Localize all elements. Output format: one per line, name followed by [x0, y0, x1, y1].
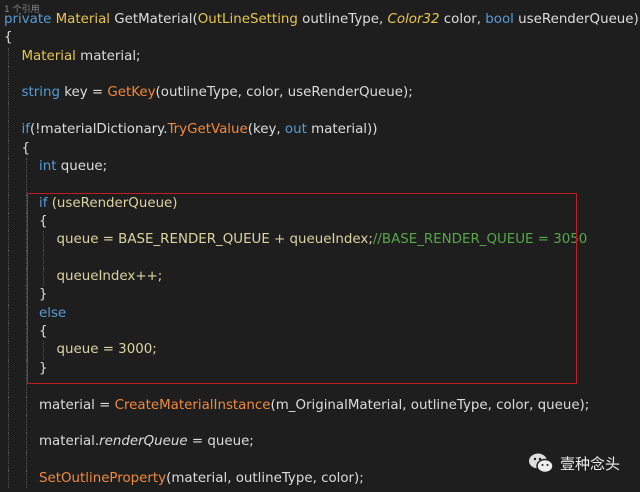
code-token: color,	[443, 12, 486, 27]
watermark-text: 壹种念头	[560, 454, 621, 473]
indent-guide	[8, 66, 9, 85]
indent-guide	[8, 212, 9, 232]
code-line[interactable]: string key = GetKey(outlineType, color, …	[0, 84, 640, 103]
code-token: material))	[311, 122, 378, 138]
code-token: OutLineSetting	[197, 12, 303, 27]
code-token: out	[284, 122, 312, 138]
indent-guide	[8, 378, 9, 397]
code-line[interactable]: material = CreateMaterialInstance(m_Orig…	[0, 396, 640, 415]
indent-guide	[8, 84, 9, 103]
code-line[interactable]: int queue;	[0, 157, 640, 177]
code-line[interactable]: material.renderQueue = queue;	[0, 433, 640, 452]
indent-guide	[8, 323, 9, 342]
code-token: (material, outlineType, color);	[166, 470, 364, 486]
code-line[interactable]: {	[0, 29, 640, 47]
indent-guide	[25, 433, 27, 452]
indent-guide	[25, 396, 27, 415]
code-token: = queue;	[187, 434, 254, 450]
indent-guide	[25, 157, 27, 177]
indent-guide	[8, 176, 9, 195]
indent-guide	[8, 139, 9, 158]
code-token: int	[39, 158, 61, 174]
code-token: if	[21, 122, 30, 138]
highlight-box	[27, 193, 577, 384]
indent-guide	[8, 433, 9, 452]
code-token: SetOutlineProperty	[39, 470, 167, 486]
code-token: renderQueue	[99, 434, 188, 450]
code-token: (!materialDictionary.	[29, 122, 168, 138]
indent-guide	[8, 121, 9, 140]
code-token: TryGetValue	[167, 122, 248, 138]
code-token: outlineType,	[302, 12, 388, 27]
indent-guide	[8, 451, 9, 470]
indent-guide	[8, 194, 9, 213]
code-token: Material	[55, 12, 115, 27]
code-token: queue;	[60, 158, 108, 174]
indent-guide	[25, 414, 27, 434]
indent-guide	[8, 249, 9, 269]
indent-guide	[8, 396, 9, 415]
code-token: {	[21, 140, 31, 156]
indent-guide	[8, 268, 9, 287]
indent-guide	[25, 176, 27, 195]
code-line[interactable]: Material material;	[0, 47, 640, 67]
indent-guide	[25, 451, 27, 470]
indent-guide	[8, 157, 9, 177]
code-token: bool	[485, 12, 519, 27]
code-token: key =	[64, 85, 108, 101]
indent-guide	[8, 286, 9, 305]
code-line[interactable]	[0, 414, 640, 434]
code-token: Color32	[387, 12, 444, 27]
code-token: GetMaterial(	[114, 12, 198, 27]
code-token: GetKey	[107, 85, 156, 101]
code-token: material;	[80, 48, 141, 64]
code-token: {	[4, 30, 13, 46]
indent-guide	[8, 304, 9, 324]
code-line[interactable]: if(!materialDictionary.TryGetValue(key, …	[0, 121, 640, 140]
watermark: 壹种念头	[528, 452, 620, 474]
code-token: private	[4, 12, 56, 27]
code-line[interactable]	[0, 176, 640, 195]
indent-guide	[8, 102, 9, 122]
code-line[interactable]	[0, 102, 640, 122]
code-token: (m_OriginalMaterial, outlineType, color,…	[270, 397, 590, 413]
code-token: material =	[39, 397, 115, 413]
code-token: (outlineType, color, useRenderQueue);	[155, 85, 413, 101]
indent-guide	[8, 414, 9, 434]
code-token: useRenderQueue)	[518, 12, 639, 27]
code-token: (key,	[247, 122, 285, 138]
indent-guide	[8, 359, 9, 379]
indent-guide	[8, 341, 9, 360]
indent-guide	[8, 47, 9, 67]
code-token: material.	[39, 434, 100, 450]
code-line[interactable]	[0, 66, 640, 85]
wechat-icon	[529, 453, 554, 474]
code-line[interactable]: private Material GetMaterial(OutLineSett…	[0, 11, 640, 29]
code-token: Material	[21, 48, 81, 64]
indent-guide	[8, 469, 9, 489]
code-token: CreateMaterialInstance	[114, 397, 271, 413]
indent-guide	[8, 231, 9, 250]
code-token: string	[21, 85, 65, 101]
indent-guide	[25, 469, 27, 489]
code-line[interactable]: {	[0, 139, 640, 158]
